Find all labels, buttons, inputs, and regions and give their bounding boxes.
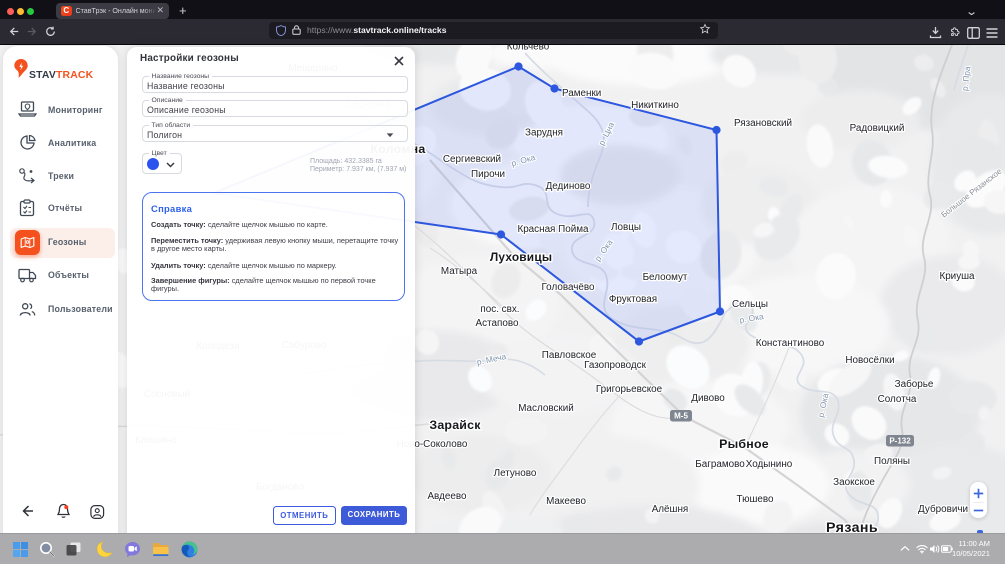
svg-text:Криуша: Криуша [939,271,975,282]
svg-text:Р-132: Р-132 [889,437,911,446]
svg-text:Головачёво: Головачёво [542,282,596,293]
svg-text:Астапово: Астапово [476,318,519,329]
svg-text:Алёшня: Алёшня [652,504,689,515]
svg-text:Рязановский: Рязановский [734,118,792,129]
svg-text:Дивово: Дивово [691,393,725,404]
svg-text:Фруктовая: Фруктовая [609,294,657,305]
svg-text:Дубровичи: Дубровичи [918,504,968,515]
svg-text:Красная Пойма: Красная Пойма [517,224,589,235]
svg-text:Зарайск: Зарайск [429,418,481,432]
svg-text:Никиткино: Никиткино [631,100,679,111]
svg-text:Поляны: Поляны [874,456,910,467]
svg-text:М-5: М-5 [674,412,688,421]
svg-text:Зарудня: Зарудня [525,128,563,139]
svg-text:Матыра: Матыра [441,266,478,277]
svg-text:Баграмово: Баграмово [695,459,745,470]
svg-text:Раменки: Раменки [562,88,601,99]
svg-text:Константиново: Константиново [756,338,825,349]
svg-text:Тюшево: Тюшево [736,494,774,505]
svg-text:пос. свх.: пос. свх. [480,304,519,315]
svg-text:Радовицкий: Радовицкий [850,123,905,134]
svg-text:Белоомут: Белоомут [643,272,688,283]
svg-text:Солотча: Солотча [878,394,917,405]
svg-text:Сергиевский: Сергиевский [443,154,501,165]
svg-text:Заборье: Заборье [895,379,934,390]
svg-text:Ходынино: Ходынино [746,459,793,470]
svg-text:Масловский: Масловский [518,403,574,414]
svg-text:Сельцы: Сельцы [732,299,768,310]
svg-text:Летуново: Летуново [494,468,537,479]
svg-text:Кольчево: Кольчево [507,45,550,53]
svg-text:Макеево: Макеево [546,496,586,507]
svg-text:Рыбное: Рыбное [719,437,769,451]
svg-text:Григорьевское: Григорьевское [596,384,663,395]
svg-text:Луховицы: Луховицы [490,250,552,264]
svg-text:Новосёлки: Новосёлки [845,355,894,366]
svg-text:Пирочи: Пирочи [471,169,505,180]
svg-text:Ловцы: Ловцы [611,222,641,233]
svg-text:Заокское: Заокское [833,477,875,488]
svg-text:Газопроводск: Газопроводск [584,360,647,371]
svg-text:Авдеево: Авдеево [427,491,467,502]
svg-text:Дединово: Дединово [546,181,591,192]
